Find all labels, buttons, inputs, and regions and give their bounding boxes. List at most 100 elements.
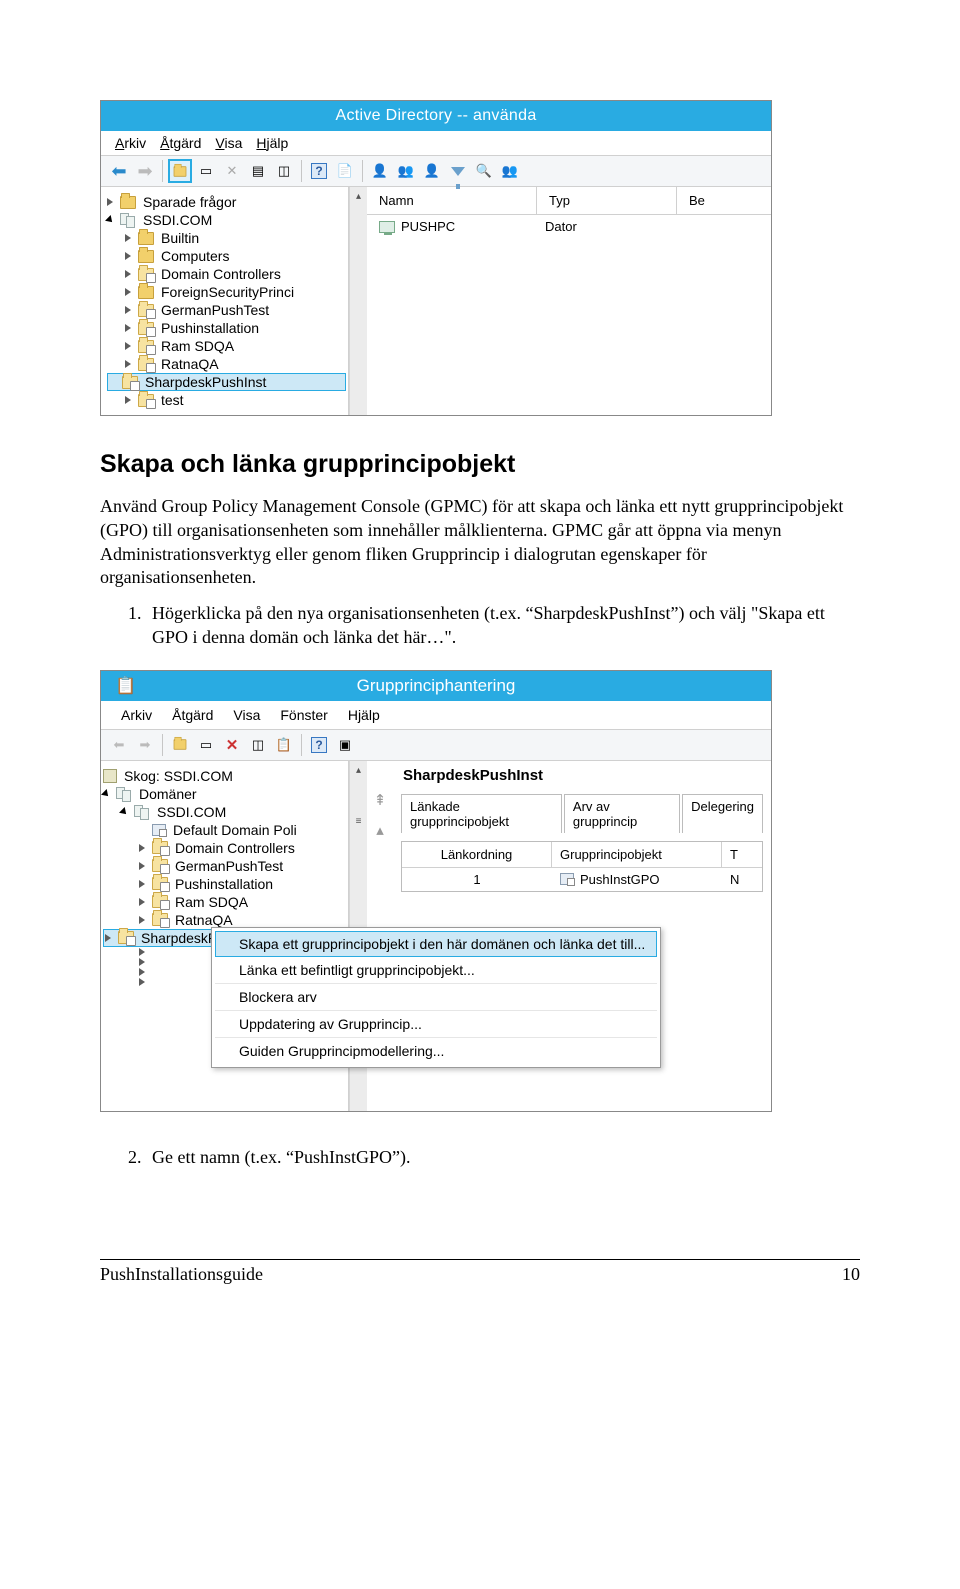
- gp-titlebar: 📋 Grupprinciphantering: [101, 671, 771, 701]
- gp-tree-ssdi[interactable]: SSDI.COM: [157, 804, 226, 820]
- computer-icon: [379, 221, 395, 233]
- footer-title: PushInstallationsguide: [100, 1264, 263, 1285]
- ctx-block-inherit[interactable]: Blockera arv: [215, 984, 657, 1011]
- gp-menubar: Arkiv Åtgärd Visa Fönster Hjälp: [101, 701, 771, 729]
- footer-page: 10: [842, 1264, 860, 1285]
- gp-col-t[interactable]: T: [722, 842, 762, 867]
- find-icon[interactable]: 🔍: [472, 159, 496, 183]
- ctx-modeling-wizard[interactable]: Guiden Grupprincipmodellering...: [215, 1038, 657, 1064]
- tree-test[interactable]: test: [161, 392, 184, 408]
- new-icon[interactable]: ◫: [272, 159, 296, 183]
- gp-tree-push[interactable]: Pushinstallation: [175, 876, 273, 892]
- tree-push[interactable]: Pushinstallation: [161, 320, 259, 336]
- gpo-icon: [560, 873, 574, 885]
- delete-icon[interactable]: ✕: [220, 159, 244, 183]
- filter-icon[interactable]: [446, 159, 470, 183]
- add-group-icon[interactable]: 👥: [394, 159, 418, 183]
- script-icon[interactable]: 📄: [333, 159, 357, 183]
- gp-ou-heading: SharpdeskPushInst: [393, 761, 771, 786]
- gp-toolbar: ⬅ ➡ ▭ ✕ ◫ 📋 ? ▣: [101, 729, 771, 761]
- ad-window-title: Active Directory -- använda: [109, 107, 763, 125]
- tree-toggle-icon[interactable]: ▭: [194, 159, 218, 183]
- gpo-icon: [152, 824, 166, 836]
- tree-sharpdesk[interactable]: SharpdeskPushInst: [145, 374, 266, 390]
- gpmc-app-icon: 📋: [115, 676, 136, 696]
- col-namn[interactable]: Namn: [367, 187, 537, 214]
- gp-reorder-arrows[interactable]: ⇞▴: [367, 761, 393, 900]
- menu-arkiv[interactable]: AArkivrkiv: [115, 135, 146, 151]
- gp-col-gpo[interactable]: Grupprincipobjekt: [552, 842, 722, 867]
- gp-forward-icon[interactable]: ➡: [133, 733, 157, 757]
- gp-back-icon[interactable]: ⬅: [107, 733, 131, 757]
- gp-menu-atgard[interactable]: Åtgärd: [172, 707, 213, 723]
- ad-menubar: AArkivrkiv Åtgärd Visa Hjälp: [101, 131, 771, 156]
- help-icon[interactable]: ?: [307, 159, 331, 183]
- gp-tab-deleg[interactable]: Delegering: [682, 794, 763, 833]
- steps-list-2: Ge ett namn (t.ex. “PushInstGPO”).: [100, 1146, 860, 1170]
- tree-builtin[interactable]: Builtin: [161, 230, 199, 246]
- gp-tab-linked[interactable]: Länkade grupprincipobjekt: [401, 794, 562, 833]
- ad-toolbar: ⬅ ➡ ▭ ✕ ▤ ◫ ? 📄 👤 👥 👤 🔍 👥: [101, 156, 771, 187]
- ad-tree-scrollbar[interactable]: ▴: [349, 187, 367, 415]
- step-1: Högerklicka på den nya organisationsenhe…: [146, 602, 860, 650]
- gp-up-icon[interactable]: [168, 733, 192, 757]
- ad-tree[interactable]: Sparade frågor SSDI.COM Builtin Computer…: [101, 187, 349, 415]
- gp-linked-list[interactable]: Länkordning Grupprincipobjekt T 1 PushIn…: [401, 841, 763, 892]
- gp-menu-hjalp[interactable]: Hjälp: [348, 707, 380, 723]
- tree-fsp[interactable]: ForeignSecurityPrinci: [161, 284, 294, 300]
- ctx-link-gpo[interactable]: Länka ett befintligt grupprincipobjekt..…: [215, 957, 657, 984]
- ad-titlebar: Active Directory -- använda: [101, 101, 771, 131]
- gp-help-icon[interactable]: ?: [307, 733, 331, 757]
- ad-col-headers[interactable]: Namn Typ Be: [367, 187, 771, 215]
- section-heading: Skapa och länka grupprincipobjekt: [100, 450, 860, 479]
- domains-icon: [116, 787, 132, 801]
- gp-tree-ddp[interactable]: Default Domain Poli: [173, 822, 297, 838]
- back-icon[interactable]: ⬅: [107, 159, 131, 183]
- steps-list: Högerklicka på den nya organisationsenhe…: [100, 602, 860, 650]
- gp-col-order[interactable]: Länkordning: [402, 842, 552, 867]
- gp-tree-dc[interactable]: Domain Controllers: [175, 840, 295, 856]
- add-user-icon[interactable]: 👤: [368, 159, 392, 183]
- tree-computers[interactable]: Computers: [161, 248, 229, 264]
- gp-menu-fonster[interactable]: Fönster: [280, 707, 327, 723]
- list-row-pushpc[interactable]: PUSHPC Dator: [367, 215, 771, 238]
- gp-tree-ratna[interactable]: RatnaQA: [175, 912, 233, 928]
- gp-window-title: Grupprinciphantering: [357, 676, 516, 696]
- gp-tree-forest[interactable]: Skog: SSDI.COM: [124, 768, 233, 784]
- forward-icon[interactable]: ➡: [133, 159, 157, 183]
- tree-ssdi[interactable]: SSDI.COM: [143, 212, 212, 228]
- tree-gpt[interactable]: GermanPushTest: [161, 302, 269, 318]
- gp-export-icon[interactable]: 📋: [272, 733, 296, 757]
- ctx-update-gp[interactable]: Uppdatering av Grupprincip...: [215, 1011, 657, 1038]
- domain-icon: [134, 805, 150, 819]
- ctx-create-gpo[interactable]: Skapa ett grupprincipobjekt i den här do…: [215, 931, 657, 957]
- menu-visa[interactable]: Visa: [215, 135, 242, 151]
- tree-dc[interactable]: Domain Controllers: [161, 266, 281, 282]
- gp-context-menu[interactable]: Skapa ett grupprincipobjekt i den här do…: [211, 927, 661, 1068]
- menu-atgard[interactable]: Åtgärd: [160, 135, 201, 151]
- properties-icon[interactable]: ▤: [246, 159, 270, 183]
- add-ou-icon[interactable]: 👤: [420, 159, 444, 183]
- ad-listview[interactable]: Namn Typ Be PUSHPC Dator: [367, 187, 771, 415]
- gp-tree-icon[interactable]: ▭: [194, 733, 218, 757]
- more-actions-icon[interactable]: 👥: [498, 159, 522, 183]
- gp-menu-visa[interactable]: Visa: [233, 707, 260, 723]
- gp-window-icon[interactable]: ▣: [333, 733, 357, 757]
- tree-ram[interactable]: Ram SDQA: [161, 338, 234, 354]
- gp-tree-gpt[interactable]: GermanPushTest: [175, 858, 283, 874]
- gp-tree-ram[interactable]: Ram SDQA: [175, 894, 248, 910]
- gp-tree-domains[interactable]: Domäner: [139, 786, 197, 802]
- tree-ratna[interactable]: RatnaQA: [161, 356, 219, 372]
- up-level-icon[interactable]: [168, 159, 192, 183]
- gp-delete-icon[interactable]: ✕: [220, 733, 244, 757]
- col-be[interactable]: Be: [677, 187, 771, 214]
- domain-icon: [120, 213, 136, 227]
- gp-refresh-icon[interactable]: ◫: [246, 733, 270, 757]
- col-typ[interactable]: Typ: [537, 187, 677, 214]
- gp-list-row[interactable]: 1 PushInstGPO N: [402, 868, 762, 891]
- tree-saved-queries[interactable]: Sparade frågor: [143, 194, 236, 210]
- gpmc-window: 📋 Grupprinciphantering Arkiv Åtgärd Visa…: [100, 670, 772, 1112]
- gp-tab-inherit[interactable]: Arv av grupprincip: [564, 794, 680, 833]
- menu-hjalp[interactable]: Hjälp: [256, 135, 288, 151]
- gp-menu-arkiv[interactable]: Arkiv: [121, 707, 152, 723]
